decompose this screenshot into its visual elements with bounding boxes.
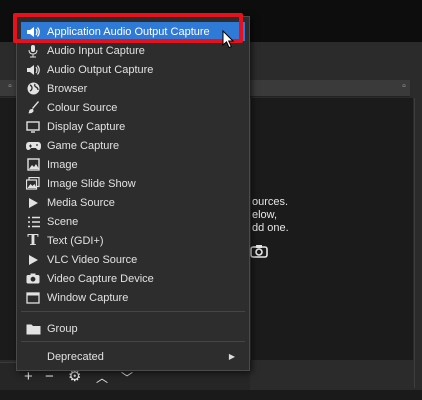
menu-item-video-capture-device[interactable]: Video Capture Device <box>21 269 245 288</box>
submenu-arrow-icon: ▶ <box>228 352 235 361</box>
camera-icon <box>250 245 268 258</box>
menu-separator <box>21 311 245 312</box>
scenes-list <box>0 98 16 360</box>
gear-icon[interactable]: ⚙ <box>68 369 81 384</box>
menu-item-deprecated[interactable]: Deprecated ▶ <box>21 347 245 366</box>
list-icon <box>25 214 41 230</box>
monitor-icon <box>25 119 41 135</box>
dock-divider <box>414 98 415 388</box>
menu-item-audio-input-capture[interactable]: Audio Input Capture <box>21 41 245 60</box>
folder-icon <box>25 321 41 337</box>
menu-item-vlc-video-source[interactable]: VLC Video Source <box>21 250 245 269</box>
menu-item-browser[interactable]: Browser <box>21 79 245 98</box>
add-source-menu: Application Audio Output Capture Audio I… <box>16 16 250 371</box>
sources-empty-hint: ources. elow, dd one. <box>252 196 289 234</box>
play-icon <box>25 195 41 211</box>
remove-source-button[interactable]: − <box>45 369 54 384</box>
dock-float-icon[interactable]: ▫ <box>398 81 410 93</box>
menu-item-image-slide-show[interactable]: Image Slide Show <box>21 174 245 193</box>
paintbrush-icon <box>25 100 41 116</box>
window-icon <box>25 290 41 306</box>
move-up-button[interactable]: ︿ <box>96 371 108 386</box>
menu-item-media-source[interactable]: Media Source <box>21 193 245 212</box>
menu-item-image[interactable]: Image <box>21 155 245 174</box>
globe-icon <box>25 81 41 97</box>
dock-float-icon[interactable]: ▫ <box>4 81 16 93</box>
menu-item-scene[interactable]: Scene <box>21 212 245 231</box>
slideshow-icon <box>25 176 41 192</box>
play-icon <box>25 252 41 268</box>
mouse-cursor-icon <box>222 30 235 49</box>
text-icon: T <box>27 231 39 249</box>
menu-icon-spacer <box>25 349 41 365</box>
menu-item-display-capture[interactable]: Display Capture <box>21 117 245 136</box>
move-down-button[interactable]: ﹀ <box>121 371 133 386</box>
menu-item-audio-output-capture[interactable]: Audio Output Capture <box>21 60 245 79</box>
highlight-annotation-box <box>13 13 243 43</box>
menu-item-text-gdi[interactable]: T Text (GDI+) <box>21 231 245 250</box>
image-icon <box>25 157 41 173</box>
microphone-icon <box>25 43 41 59</box>
menu-item-window-capture[interactable]: Window Capture <box>21 288 245 307</box>
menu-separator <box>21 341 245 342</box>
menu-item-colour-source[interactable]: Colour Source <box>21 98 245 117</box>
status-bar <box>0 390 422 400</box>
menu-item-group[interactable]: Group <box>21 319 245 338</box>
add-source-button[interactable]: + <box>24 369 33 384</box>
menu-item-game-capture[interactable]: Game Capture <box>21 136 245 155</box>
gamepad-icon <box>25 138 41 154</box>
speaker-icon <box>25 62 41 78</box>
sources-dock-header <box>250 80 410 97</box>
camera-icon <box>25 271 41 287</box>
